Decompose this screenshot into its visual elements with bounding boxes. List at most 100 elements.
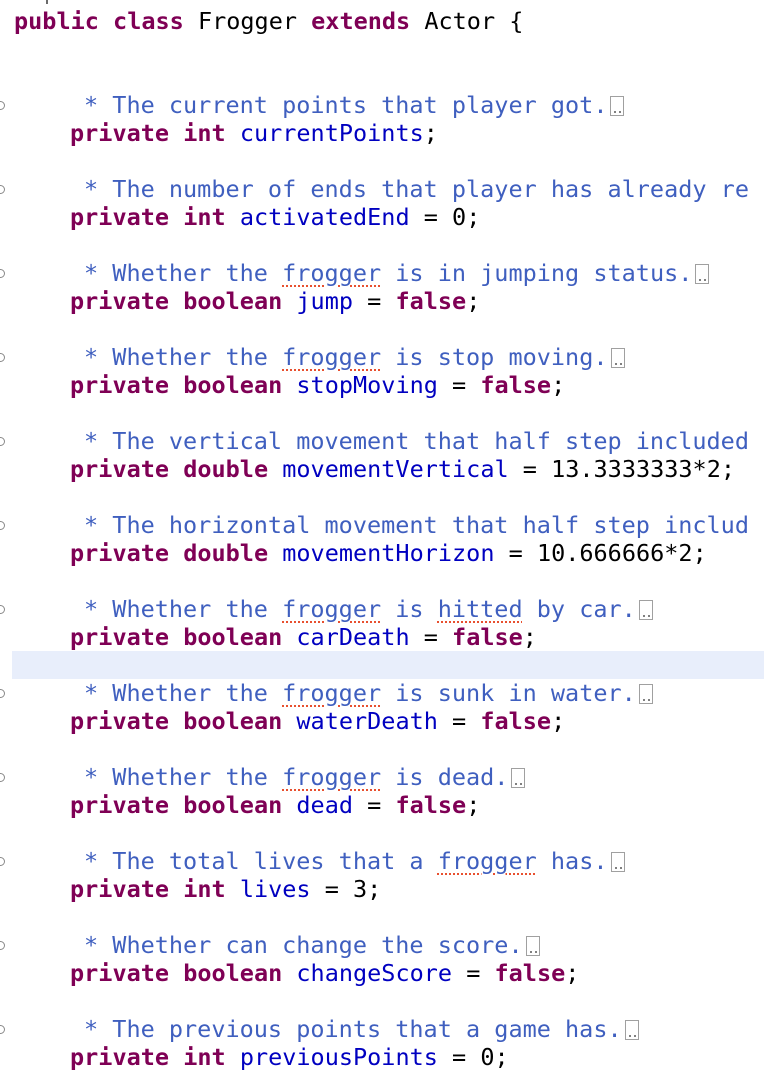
class-declaration[interactable]: public class Frogger extends Actor { bbox=[14, 6, 523, 36]
keyword-private: private bbox=[70, 539, 170, 567]
field-type: int bbox=[183, 875, 226, 903]
field-declaration[interactable]: private boolean carDeath = false; bbox=[70, 622, 537, 652]
field-declaration[interactable]: private boolean changeScore = false; bbox=[70, 958, 579, 988]
field-type: boolean bbox=[183, 791, 283, 819]
field-comment[interactable]: * The vertical movement that half step i… bbox=[84, 426, 749, 456]
keyword-private: private bbox=[70, 623, 170, 651]
field-type: boolean bbox=[183, 287, 283, 315]
folded-comment-icon[interactable] bbox=[610, 96, 625, 116]
code-editor[interactable]: public class Frogger extends Actor { * T… bbox=[0, 0, 764, 1090]
field-declaration[interactable]: private double movementHorizon = 10.6666… bbox=[70, 538, 707, 568]
field-name: movementHorizon bbox=[282, 539, 495, 567]
folded-comment-icon[interactable] bbox=[610, 348, 625, 368]
caret-marker bbox=[46, 0, 48, 4]
field-comment[interactable]: * Whether the frogger is hitted by car. bbox=[84, 594, 653, 624]
gutter-marker-icon[interactable] bbox=[0, 101, 5, 110]
keyword-private: private bbox=[70, 791, 170, 819]
field-comment[interactable]: * The total lives that a frogger has. bbox=[84, 846, 625, 876]
semicolon: ; bbox=[565, 959, 580, 987]
gutter-marker-icon[interactable] bbox=[0, 689, 5, 698]
field-declaration[interactable]: private boolean waterDeath = false; bbox=[70, 706, 565, 736]
gutter-marker-icon[interactable] bbox=[0, 941, 5, 950]
field-declaration[interactable]: private int lives = 3; bbox=[70, 874, 381, 904]
folded-comment-icon[interactable] bbox=[695, 264, 710, 284]
field-name: movementVertical bbox=[282, 455, 509, 483]
field-value: 13.3333333*2 bbox=[551, 455, 721, 483]
folded-comment-icon[interactable] bbox=[511, 768, 526, 788]
assign-operator: = bbox=[437, 1043, 481, 1071]
field-name: stopMoving bbox=[296, 371, 438, 399]
keyword-private: private bbox=[70, 371, 170, 399]
field-name: waterDeath bbox=[296, 707, 438, 735]
assign-operator: = bbox=[437, 371, 481, 399]
field-comment[interactable]: * The current points that player got. bbox=[84, 90, 625, 120]
field-type: double bbox=[183, 455, 269, 483]
semicolon: ; bbox=[522, 623, 537, 651]
assign-operator: = bbox=[494, 539, 537, 567]
gutter-marker-icon[interactable] bbox=[0, 1025, 5, 1034]
field-name: jump bbox=[296, 287, 353, 315]
field-declaration[interactable]: private boolean jump = false; bbox=[70, 286, 480, 316]
keyword-extends: extends bbox=[311, 7, 411, 35]
field-value: 0 bbox=[480, 1043, 495, 1071]
semicolon: ; bbox=[466, 791, 481, 819]
assign-operator: = bbox=[310, 875, 354, 903]
field-declaration[interactable]: private double movementVertical = 13.333… bbox=[70, 454, 735, 484]
field-name: activatedEnd bbox=[239, 203, 410, 231]
field-comment[interactable]: * The horizontal movement that half step… bbox=[84, 510, 749, 540]
gutter-marker-icon[interactable] bbox=[0, 353, 5, 362]
field-comment[interactable]: * Whether the frogger is dead. bbox=[84, 762, 526, 792]
comment-text: is bbox=[381, 595, 438, 623]
field-declaration[interactable]: private boolean stopMoving = false; bbox=[70, 370, 565, 400]
assign-operator: = bbox=[409, 623, 453, 651]
field-comment[interactable]: * Whether the frogger is in jumping stat… bbox=[84, 258, 710, 288]
field-comment[interactable]: * Whether the frogger is stop moving. bbox=[84, 342, 625, 372]
field-declaration[interactable]: private int currentPoints; bbox=[70, 118, 438, 148]
field-value-keyword: false bbox=[480, 371, 552, 399]
folded-comment-icon[interactable] bbox=[610, 852, 625, 872]
gutter-marker-icon[interactable] bbox=[0, 185, 5, 194]
field-value-keyword: false bbox=[452, 623, 523, 651]
gutter-marker-icon[interactable] bbox=[0, 521, 5, 530]
misspelled-word: frogger bbox=[282, 343, 382, 371]
keyword-public: public bbox=[14, 7, 99, 35]
field-name: changeScore bbox=[296, 959, 453, 987]
field-declaration[interactable]: private int activatedEnd = 0; bbox=[70, 202, 480, 232]
field-declaration[interactable]: private int previousPoints = 0; bbox=[70, 1042, 509, 1072]
keyword-class: class bbox=[113, 7, 184, 35]
comment-text: is dead. bbox=[381, 763, 509, 791]
keyword-private: private bbox=[70, 203, 170, 231]
keyword-private: private bbox=[70, 875, 170, 903]
gutter-marker-icon[interactable] bbox=[0, 857, 5, 866]
field-comment[interactable]: * The number of ends that player has alr… bbox=[84, 174, 749, 204]
assign-operator: = bbox=[409, 203, 453, 231]
comment-text: * Whether the bbox=[84, 679, 283, 707]
field-type: int bbox=[183, 119, 226, 147]
folded-comment-icon[interactable] bbox=[525, 936, 540, 956]
semicolon: ; bbox=[551, 707, 566, 735]
field-type: boolean bbox=[183, 707, 283, 735]
folded-comment-icon[interactable] bbox=[638, 600, 653, 620]
folded-comment-icon[interactable] bbox=[624, 1020, 639, 1040]
folded-comment-icon[interactable] bbox=[638, 684, 653, 704]
field-type: int bbox=[183, 203, 226, 231]
misspelled-word: frogger bbox=[282, 679, 382, 707]
semicolon: ; bbox=[466, 203, 481, 231]
assign-operator: = bbox=[508, 455, 552, 483]
field-comment[interactable]: * Whether the frogger is sunk in water. bbox=[84, 678, 653, 708]
gutter-marker-icon[interactable] bbox=[0, 605, 5, 614]
comment-text: is in jumping status. bbox=[381, 259, 693, 287]
semicolon: ; bbox=[466, 287, 481, 315]
semicolon: ; bbox=[720, 455, 736, 483]
field-name: previousPoints bbox=[239, 1043, 438, 1071]
gutter-marker-icon[interactable] bbox=[0, 773, 5, 782]
parent-class-name: Actor bbox=[424, 7, 496, 35]
comment-text: * Whether the bbox=[84, 343, 283, 371]
gutter-marker-icon[interactable] bbox=[0, 269, 5, 278]
field-comment[interactable]: * The previous points that a game has. bbox=[84, 1014, 639, 1044]
comment-text: * The number of ends that player has alr… bbox=[84, 175, 749, 203]
field-declaration[interactable]: private boolean dead = false; bbox=[70, 790, 480, 820]
assign-operator: = bbox=[353, 791, 396, 819]
gutter-marker-icon[interactable] bbox=[0, 437, 5, 446]
field-comment[interactable]: * Whether can change the score. bbox=[84, 930, 540, 960]
